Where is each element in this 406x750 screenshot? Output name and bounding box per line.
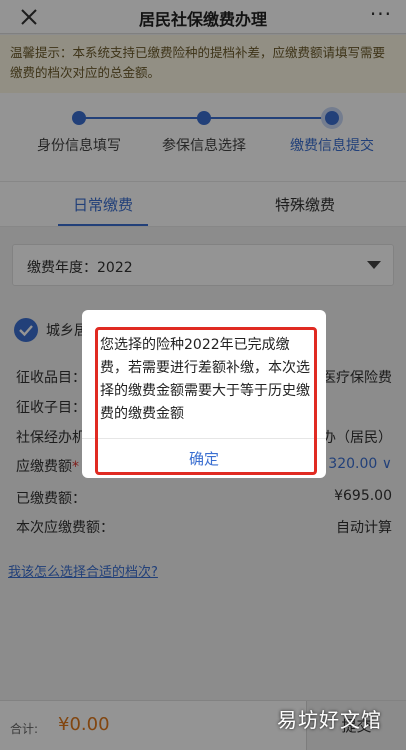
watermark: 易坊好文馆 [277,708,382,732]
highlight-box [95,327,317,475]
